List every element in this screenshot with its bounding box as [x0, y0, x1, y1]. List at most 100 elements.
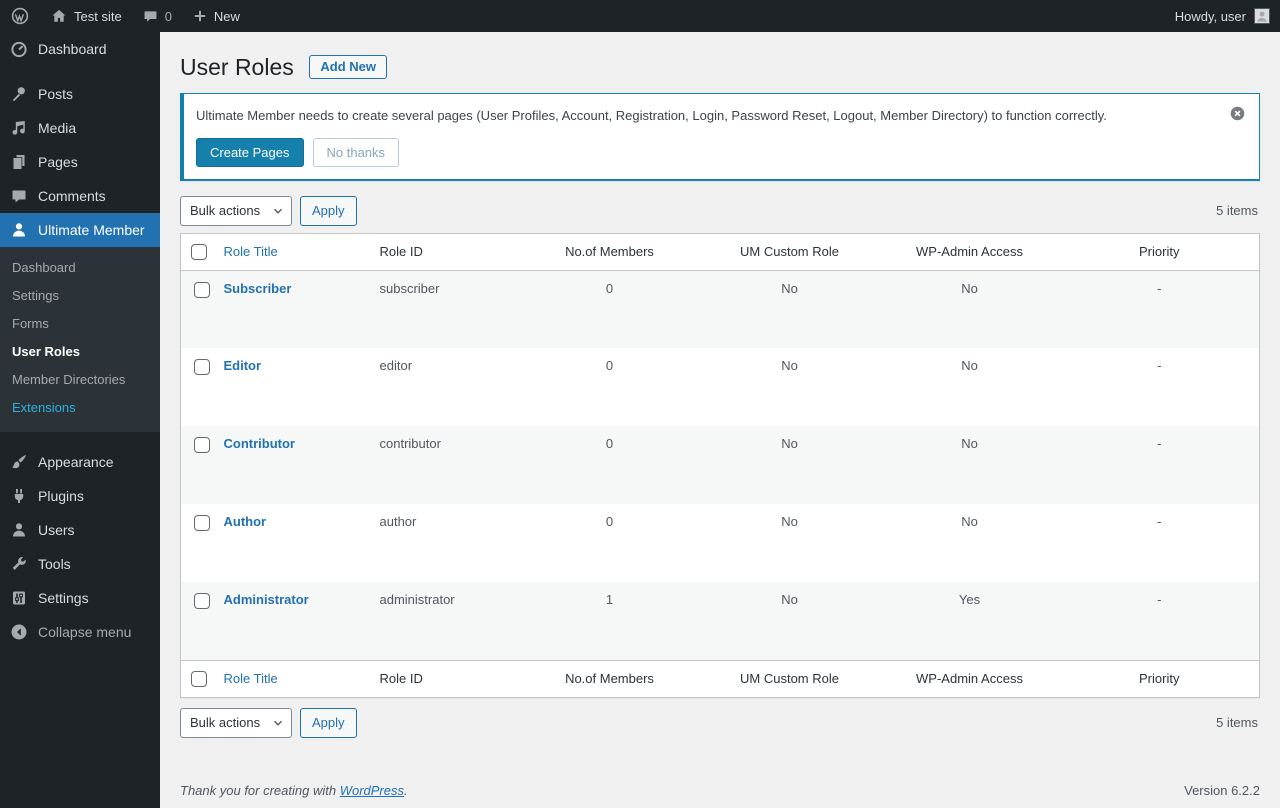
submenu-item-forms[interactable]: Forms [0, 310, 160, 338]
submenu-item-user-roles[interactable]: User Roles [0, 338, 160, 366]
sidebar-item-label: Pages [38, 154, 78, 170]
apply-button[interactable]: Apply [300, 707, 357, 738]
row-checkbox-cell [181, 426, 214, 504]
wordpress-link[interactable]: WordPress [340, 783, 404, 798]
site-name-label: Test site [74, 8, 122, 24]
bulk-actions-select[interactable]: Bulk actions [180, 195, 292, 226]
sidebar-item-label: Ultimate Member [38, 222, 145, 238]
submenu-item-settings[interactable]: Settings [0, 282, 160, 310]
sidebar-item-plugins[interactable]: Plugins [0, 479, 160, 513]
submenu-item-dashboard[interactable]: Dashboard [0, 254, 160, 282]
no-thanks-button[interactable]: No thanks [312, 137, 400, 167]
table-nav-top: Bulk actions Apply 5 items [180, 195, 1260, 226]
submenu-item-extensions[interactable]: Extensions [0, 394, 160, 422]
column-header-priority: Priority [1059, 659, 1260, 698]
sidebar-item-tools[interactable]: Tools [0, 547, 160, 581]
role-title-cell: Administrator [214, 582, 370, 660]
roles-table-body: Subscriber subscriber 0 No No - Editor editor 0 N… [180, 270, 1260, 661]
bulk-actions-select[interactable]: Bulk actions [180, 707, 292, 738]
role-priority-cell: - [1157, 592, 1162, 608]
items-count: 5 items [1216, 203, 1258, 219]
comments-icon [9, 186, 29, 206]
role-wp-admin-cell: No [961, 358, 978, 374]
sidebar-item-label: Settings [38, 590, 89, 606]
pin-icon [9, 84, 29, 104]
home-icon [50, 7, 68, 25]
dashboard-icon [9, 39, 29, 59]
row-checkbox[interactable] [194, 515, 211, 532]
table-row: Administrator administrator 1 No Yes - [180, 582, 1260, 661]
column-header-role-id: Role ID [369, 659, 520, 698]
role-custom-cell: No [781, 358, 798, 374]
sidebar-item-settings[interactable]: Settings [0, 581, 160, 615]
admin-content: User Roles Add New Ultimate Member needs… [160, 32, 1280, 808]
submenu-item-member-directories[interactable]: Member Directories [0, 366, 160, 394]
sidebar-item-users[interactable]: Users [0, 513, 160, 547]
sidebar-item-pages[interactable]: Pages [0, 145, 160, 179]
column-header-role-title[interactable]: Role Title [224, 671, 278, 686]
my-account-menu[interactable]: Howdy, user [1165, 8, 1280, 24]
add-new-button[interactable]: Add New [309, 55, 388, 80]
table-row: Contributor contributor 0 No No - [180, 426, 1260, 505]
role-members-cell: 0 [605, 436, 614, 452]
role-title-cell: Author [214, 504, 370, 582]
row-checkbox[interactable] [194, 437, 211, 454]
create-pages-button[interactable]: Create Pages [196, 137, 304, 167]
role-title-link[interactable]: Author [224, 514, 267, 529]
column-header-custom-role: UM Custom Role [699, 659, 880, 698]
admin-bar: Test site 0 New Howdy, user [0, 0, 1280, 32]
comments-admin-bar[interactable]: 0 [132, 0, 182, 32]
role-custom-cell: No [781, 436, 798, 452]
sidebar-item-comments[interactable]: Comments [0, 179, 160, 213]
table-row: Editor editor 0 No No - [181, 348, 1260, 426]
role-members-cell: 0 [605, 358, 614, 374]
row-checkbox-cell [181, 270, 214, 348]
role-title-cell: Subscriber [214, 270, 370, 348]
role-title-link[interactable]: Subscriber [224, 281, 292, 296]
sidebar-item-posts[interactable]: Posts [0, 77, 160, 111]
sidebar-item-ultimate-member[interactable]: Ultimate Member [0, 213, 160, 247]
role-wp-admin-cell: No [961, 514, 978, 530]
plug-icon [9, 486, 29, 506]
row-checkbox[interactable] [194, 281, 211, 298]
collapse-arrow-icon [9, 622, 29, 642]
sidebar-item-label: Plugins [38, 488, 84, 504]
role-title-link[interactable]: Editor [224, 358, 262, 373]
sidebar-item-dashboard[interactable]: Dashboard [0, 32, 160, 66]
row-checkbox[interactable] [194, 359, 211, 376]
sidebar-item-label: Dashboard [38, 41, 107, 57]
site-name-link[interactable]: Test site [40, 0, 132, 32]
role-title-link[interactable]: Administrator [224, 592, 309, 607]
wordpress-logo-menu[interactable] [0, 0, 40, 32]
media-icon [9, 118, 29, 138]
sidebar-item-media[interactable]: Media [0, 111, 160, 145]
column-header-wp-admin: WP-Admin Access [879, 659, 1060, 698]
collapse-menu-button[interactable]: Collapse menu [0, 615, 160, 649]
role-title-link[interactable]: Contributor [224, 436, 295, 451]
notice-message: Ultimate Member needs to create several … [196, 108, 1107, 124]
role-id-cell: editor [379, 358, 413, 374]
sidebar-item-label: Tools [38, 556, 71, 572]
select-all-cell [180, 233, 214, 271]
plus-icon [192, 8, 208, 24]
role-title-cell: Editor [214, 348, 370, 426]
column-header-members: No.of Members [519, 233, 700, 271]
row-checkbox-cell [181, 504, 214, 582]
admin-footer: Thank you for creating with WordPress. V… [180, 783, 1260, 798]
dismiss-notice-button[interactable] [1229, 105, 1246, 122]
users-icon [9, 520, 29, 540]
apply-button[interactable]: Apply [300, 195, 357, 226]
sliders-icon [9, 588, 29, 608]
role-custom-cell: No [781, 514, 798, 530]
items-count: 5 items [1216, 715, 1258, 731]
row-checkbox[interactable] [194, 593, 211, 610]
select-all-checkbox[interactable] [191, 243, 207, 260]
select-all-checkbox[interactable] [191, 670, 207, 687]
new-content-menu[interactable]: New [182, 0, 250, 32]
table-header: Role Title Role ID No.of Members UM Cust… [180, 233, 1260, 271]
column-header-role-title[interactable]: Role Title [224, 244, 278, 259]
sidebar-item-appearance[interactable]: Appearance [0, 445, 160, 479]
role-wp-admin-cell: No [961, 436, 978, 452]
comments-count: 0 [164, 8, 172, 24]
brush-icon [9, 452, 29, 472]
